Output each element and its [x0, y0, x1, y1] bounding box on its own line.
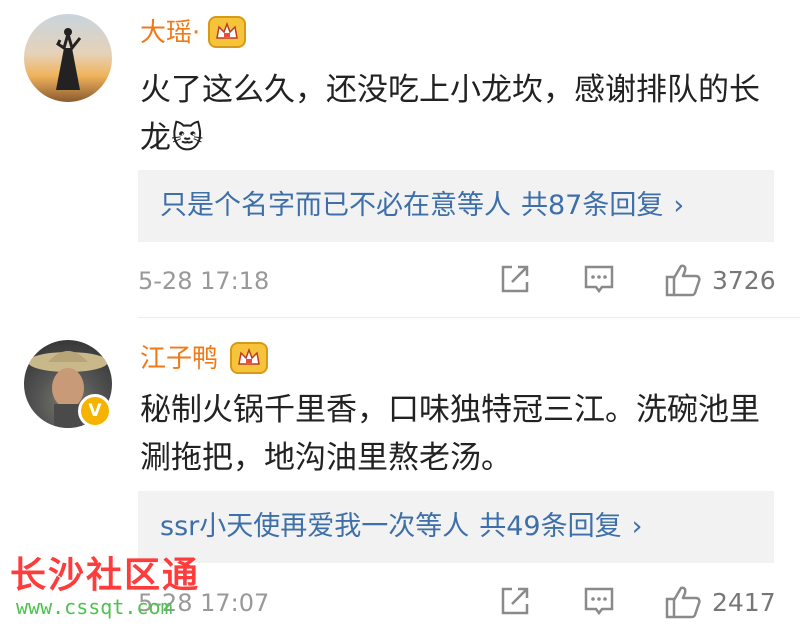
crown-vip-icon	[230, 342, 268, 374]
crown-vip-icon	[208, 16, 246, 48]
share-icon[interactable]	[498, 584, 532, 622]
comment-timestamp: 5-28 17:18	[138, 267, 270, 295]
like-count: 3726	[712, 266, 776, 295]
user-avatar[interactable]	[24, 14, 112, 102]
thumbs-up-icon[interactable]	[664, 262, 702, 302]
comment-text: 火了这么久，还没吃上小龙坎，感谢排队的长龙🐱	[140, 72, 760, 156]
reply-count: 共87条回复	[521, 190, 664, 221]
reply-preview-text: ssr小天使再爱我一次等人	[160, 511, 470, 542]
watermark-title: 长沙社区通	[10, 555, 201, 596]
replies-preview-link[interactable]: ssr小天使再爱我一次等人 共49条回复 ›	[138, 491, 774, 563]
site-watermark: 长沙社区通 www.cssqt.com	[10, 556, 230, 626]
reply-preview-text: 只是个名字而已不必在意等人	[160, 190, 511, 221]
username[interactable]: 大瑶·	[140, 16, 200, 50]
replies-preview-link[interactable]: 只是个名字而已不必在意等人 共87条回复 ›	[138, 170, 774, 242]
thumbs-up-icon[interactable]	[664, 584, 702, 624]
comment-text: 秘制火锅千里香，口味独特冠三江。洗碗池里涮拖把，地沟油里熬老汤。	[140, 392, 760, 476]
comment-item: 大瑶· 火了这么久，还没吃上小龙坎，感谢排队的长龙🐱 只是个名字而已不必在意等人…	[0, 0, 800, 318]
comment-icon[interactable]	[582, 584, 616, 622]
share-icon[interactable]	[498, 262, 532, 300]
like-count: 2417	[712, 588, 776, 617]
watermark-url: www.cssqt.com	[16, 595, 173, 619]
chevron-right-icon: ›	[673, 190, 685, 221]
cat-face-emoji: 🐱	[171, 120, 204, 156]
username[interactable]: 江子鸭	[140, 342, 218, 376]
chevron-right-icon: ›	[631, 511, 643, 542]
verified-badge-icon: V	[78, 394, 112, 428]
reply-count: 共49条回复	[479, 511, 622, 542]
comment-icon[interactable]	[582, 262, 616, 300]
